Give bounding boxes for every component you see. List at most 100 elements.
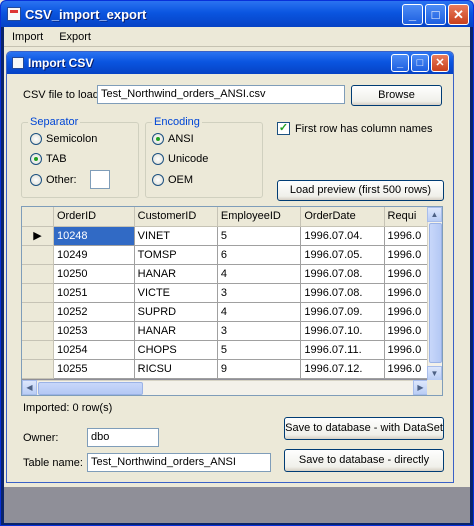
preview-grid[interactable]: OrderID CustomerID EmployeeID OrderDate … [21, 206, 443, 396]
encoding-group-title: Encoding [152, 116, 202, 128]
radio-ansi[interactable]: ANSI [152, 133, 194, 145]
grid-cell[interactable]: VINET [134, 226, 218, 246]
other-separator-input[interactable] [90, 170, 110, 189]
child-maximize-button[interactable]: □ [411, 54, 429, 72]
table-row[interactable]: 10250 HANAR 4 1996.07.08. 1996.0 [22, 264, 442, 284]
radio-semicolon-circle[interactable] [30, 133, 42, 145]
grid-cell[interactable]: 3 [217, 321, 302, 341]
csv-file-input[interactable]: Test_Northwind_orders_ANSI.csv [97, 85, 345, 104]
grid-cell[interactable]: SUPRD [134, 302, 218, 322]
grid-cell[interactable]: 6 [217, 245, 302, 265]
save-with-dataset-button[interactable]: Save to database - with DataSet [284, 417, 444, 440]
row-header-current[interactable]: ▶ [22, 226, 54, 246]
grid-cell[interactable]: VICTE [134, 283, 218, 303]
minimize-button[interactable]: _ [402, 3, 423, 25]
radio-unicode-circle[interactable] [152, 153, 164, 165]
close-button[interactable]: ✕ [448, 3, 469, 25]
row-header[interactable] [22, 340, 54, 360]
row-header[interactable] [22, 321, 54, 341]
col-header-employeeid[interactable]: EmployeeID [217, 207, 302, 227]
menu-import[interactable]: Import [4, 27, 51, 47]
grid-cell[interactable]: 1996.07.11. [300, 340, 385, 360]
grid-cell[interactable]: HANAR [134, 264, 218, 284]
grid-horizontal-scrollbar[interactable]: ◀ ▶ [22, 380, 428, 395]
radio-semicolon-label: Semicolon [46, 133, 98, 145]
child-close-button[interactable]: ✕ [431, 54, 449, 72]
browse-button[interactable]: Browse [351, 85, 442, 106]
grid-cell[interactable]: 5 [217, 340, 302, 360]
grid-vertical-scrollbar[interactable]: ▲ ▼ [427, 207, 442, 381]
first-row-checkbox[interactable]: ✓ [277, 122, 290, 135]
maximize-button[interactable]: □ [425, 3, 446, 25]
table-row[interactable]: 10254 CHOPS 5 1996.07.11. 1996.0 [22, 340, 442, 360]
grid-cell[interactable]: RICSU [134, 359, 218, 379]
grid-cell[interactable]: CHOPS [134, 340, 218, 360]
grid-cell[interactable]: 1996.07.05. [300, 245, 385, 265]
col-header-orderdate[interactable]: OrderDate [300, 207, 385, 227]
table-row[interactable]: 10253 HANAR 3 1996.07.10. 1996.0 [22, 321, 442, 341]
grid-cell[interactable]: 10253 [53, 321, 135, 341]
import-csv-title: Import CSV [28, 56, 94, 70]
grid-cell[interactable]: 3 [217, 283, 302, 303]
grid-cell[interactable]: 1996.07.04. [300, 226, 385, 246]
table-name-input[interactable]: Test_Northwind_orders_ANSI [87, 453, 271, 472]
owner-label: Owner: [23, 432, 59, 444]
grid-cell[interactable]: 10248 [53, 226, 135, 246]
grid-corner-header[interactable] [22, 207, 54, 227]
grid-cell[interactable]: 10252 [53, 302, 135, 322]
scroll-up-arrow-icon[interactable]: ▲ [427, 207, 442, 222]
radio-other-label: Other: [46, 174, 77, 186]
grid-cell[interactable]: 9 [217, 359, 302, 379]
radio-oem-circle[interactable] [152, 174, 164, 186]
grid-cell[interactable]: 4 [217, 264, 302, 284]
table-row[interactable]: ▶ 10248 VINET 5 1996.07.04. 1996.0 [22, 226, 442, 246]
grid-cell[interactable]: 5 [217, 226, 302, 246]
main-titlebar[interactable]: CSV_import_export _ □ ✕ [1, 1, 473, 27]
radio-other[interactable]: Other: [30, 174, 77, 186]
grid-cell[interactable]: 1996.07.10. [300, 321, 385, 341]
table-row[interactable]: 10255 RICSU 9 1996.07.12. 1996.0 [22, 359, 442, 379]
grid-cell[interactable]: 10255 [53, 359, 135, 379]
grid-cell[interactable]: 4 [217, 302, 302, 322]
grid-cell[interactable]: 1996.07.08. [300, 283, 385, 303]
grid-cell[interactable]: 10254 [53, 340, 135, 360]
grid-cell[interactable]: 1996.07.12. [300, 359, 385, 379]
owner-input[interactable]: dbo [87, 428, 159, 447]
grid-cell[interactable]: 10250 [53, 264, 135, 284]
col-header-customerid[interactable]: CustomerID [134, 207, 218, 227]
radio-unicode[interactable]: Unicode [152, 153, 208, 165]
vertical-scroll-thumb[interactable] [429, 223, 442, 363]
menu-export[interactable]: Export [51, 27, 99, 47]
row-header[interactable] [22, 245, 54, 265]
horizontal-scroll-thumb[interactable] [38, 382, 143, 395]
load-preview-button[interactable]: Load preview (first 500 rows) [277, 180, 444, 201]
grid-cell[interactable]: 1996.07.08. [300, 264, 385, 284]
scroll-down-arrow-icon[interactable]: ▼ [427, 366, 442, 381]
col-header-orderid[interactable]: OrderID [53, 207, 135, 227]
radio-tab-circle[interactable] [30, 153, 42, 165]
row-header[interactable] [22, 359, 54, 379]
row-header[interactable] [22, 302, 54, 322]
grid-cell[interactable]: HANAR [134, 321, 218, 341]
scroll-left-arrow-icon[interactable]: ◀ [22, 380, 37, 395]
grid-cell[interactable]: 10249 [53, 245, 135, 265]
table-row[interactable]: 10249 TOMSP 6 1996.07.05. 1996.0 [22, 245, 442, 265]
import-csv-titlebar[interactable]: Import CSV _ □ ✕ [7, 52, 453, 74]
save-directly-button[interactable]: Save to database - directly [284, 449, 444, 472]
scrollbar-corner [427, 380, 442, 395]
radio-semicolon[interactable]: Semicolon [30, 133, 97, 145]
grid-cell[interactable]: 1996.07.09. [300, 302, 385, 322]
radio-other-circle[interactable] [30, 174, 42, 186]
row-header[interactable] [22, 283, 54, 303]
table-row[interactable]: 10251 VICTE 3 1996.07.08. 1996.0 [22, 283, 442, 303]
grid-cell[interactable]: 10251 [53, 283, 135, 303]
radio-ansi-circle[interactable] [152, 133, 164, 145]
imported-status: Imported: 0 row(s) [23, 402, 113, 414]
grid-cell[interactable]: TOMSP [134, 245, 218, 265]
row-header[interactable] [22, 264, 54, 284]
child-minimize-button[interactable]: _ [391, 54, 409, 72]
radio-oem[interactable]: OEM [152, 174, 193, 186]
table-row[interactable]: 10252 SUPRD 4 1996.07.09. 1996.0 [22, 302, 442, 322]
scroll-right-arrow-icon[interactable]: ▶ [413, 380, 428, 395]
radio-tab[interactable]: TAB [30, 153, 67, 165]
